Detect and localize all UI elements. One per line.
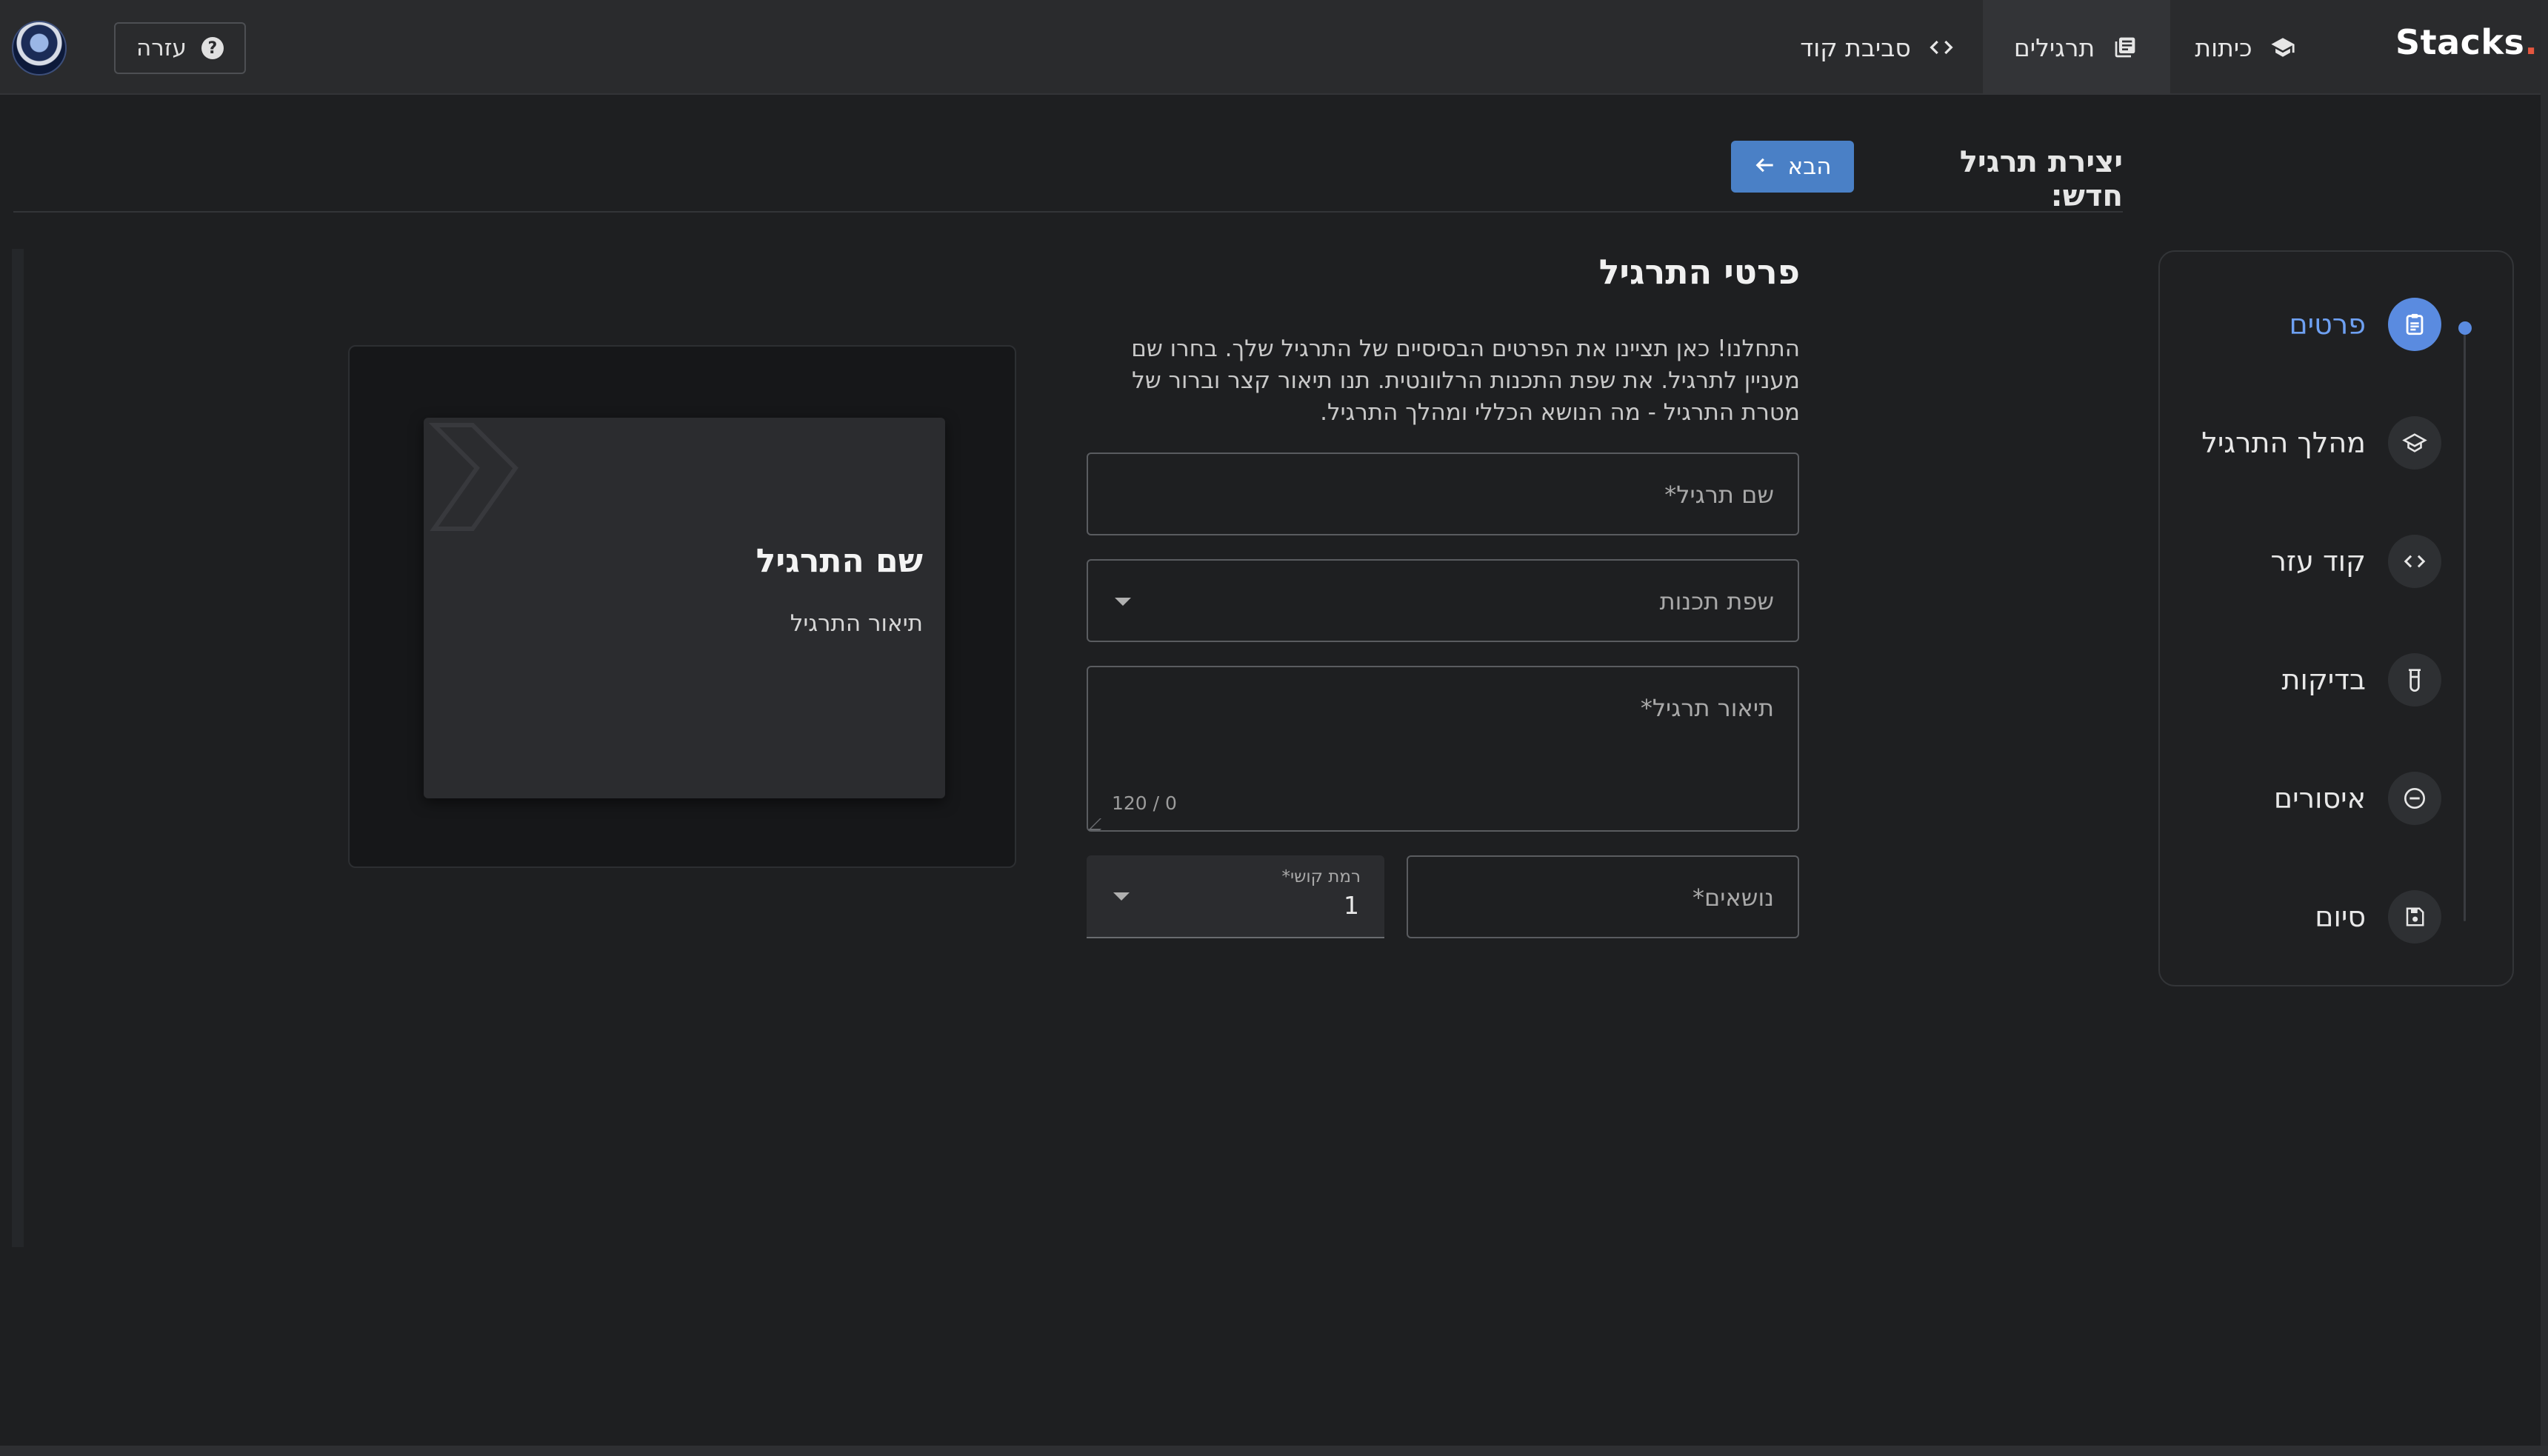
page-title: יצירת תרגיל חדש:	[1959, 145, 2123, 213]
step-label-exercise-flow: מהלך התרגיל	[2201, 427, 2366, 459]
stepper-progress-indicator	[2458, 321, 2472, 335]
nav-label-code-environment: סביבת קוד	[1800, 33, 1911, 62]
save-icon	[2388, 890, 2441, 944]
exercise-preview-card: שם התרגיל תיאור התרגיל	[424, 418, 945, 798]
difficulty-value: 1	[1344, 891, 1359, 920]
test-tube-icon	[2388, 653, 2441, 707]
help-circle-icon: ?	[201, 37, 224, 59]
preview-title: שם התרגיל	[756, 542, 923, 580]
step-label-tests: בדיקות	[2281, 664, 2367, 696]
brand-dot: .	[2524, 22, 2538, 62]
steps-panel: פרטים מהלך התרגיל קוד עזר בדיקות איסורים…	[2158, 250, 2514, 986]
resize-handle-icon[interactable]	[1088, 818, 1112, 830]
arrow-left-icon	[1754, 153, 1775, 180]
bottom-edge	[0, 1446, 2548, 1456]
code-icon	[2388, 535, 2441, 588]
exercise-description-placeholder: תיאור תרגיל*	[1640, 694, 1774, 722]
exercise-name-field[interactable]: שם תרגיל*	[1087, 453, 1799, 535]
step-helper-code[interactable]: קוד עזר	[2270, 533, 2441, 590]
page-scrollbar[interactable]	[2541, 0, 2548, 1456]
exercise-name-placeholder: שם תרגיל*	[1664, 481, 1774, 509]
top-navigation-bar: Stacks. כיתות תרגילים סביבת קוד ? עזרה	[0, 0, 2541, 95]
programming-language-select[interactable]: שפת תכנות	[1087, 559, 1799, 642]
graduation-cap-icon	[2388, 416, 2441, 470]
stepper-progress-track	[2464, 329, 2466, 921]
dropdown-arrow-icon	[1113, 892, 1130, 901]
topics-placeholder: נושאים*	[1692, 884, 1774, 912]
nav-label-classes: כיתות	[2195, 33, 2252, 62]
header-divider	[13, 211, 2123, 213]
exercise-description-field[interactable]: תיאור תרגיל* 120 / 0	[1087, 666, 1799, 832]
nav-item-classes[interactable]: כיתות	[2172, 0, 2320, 95]
programming-language-placeholder: שפת תכנות	[1659, 587, 1774, 615]
help-button[interactable]: ? עזרה	[114, 22, 246, 74]
left-scroll-track	[12, 249, 24, 1247]
next-label: הבא	[1787, 153, 1832, 180]
topics-field[interactable]: נושאים*	[1407, 855, 1799, 938]
nav-label-exercises: תרגילים	[2013, 33, 2095, 62]
step-exercise-flow[interactable]: מהלך התרגיל	[2201, 415, 2441, 471]
graduation-cap-icon	[2269, 33, 2297, 61]
minus-circle-icon	[2388, 772, 2441, 825]
nav-item-code-environment[interactable]: סביבת קוד	[1778, 0, 1978, 95]
next-button[interactable]: הבא	[1731, 141, 1854, 193]
step-tests[interactable]: בדיקות	[2281, 652, 2441, 708]
section-title: פרטי התרגיל	[1598, 252, 1800, 292]
preview-description: תיאור התרגיל	[790, 610, 923, 637]
chevron-watermark-icon	[428, 423, 518, 531]
help-label: עזרה	[136, 35, 187, 61]
brand-name: Stacks	[2395, 22, 2525, 62]
character-counter: 120 / 0	[1112, 792, 1177, 814]
step-restrictions[interactable]: איסורים	[2274, 770, 2441, 826]
step-details[interactable]: פרטים	[2289, 296, 2441, 353]
code-icon	[1927, 33, 1955, 61]
step-label-finish: סיום	[2315, 901, 2366, 933]
library-books-icon	[2111, 33, 2139, 61]
step-finish[interactable]: סיום	[2315, 889, 2441, 945]
intro-text: התחלנו! כאן תציינו את הפרטים הבסיסיים של…	[1131, 335, 1800, 426]
step-label-restrictions: איסורים	[2273, 782, 2366, 815]
nav-item-exercises[interactable]: תרגילים	[1983, 0, 2170, 95]
step-label-details: פרטים	[2289, 308, 2366, 341]
step-label-helper-code: קוד עזר	[2270, 545, 2366, 578]
user-avatar[interactable]	[12, 21, 67, 76]
difficulty-label: רמת קושי*	[1281, 867, 1361, 886]
clipboard-icon	[2388, 298, 2441, 351]
exercise-preview-panel: שם התרגיל תיאור התרגיל	[348, 345, 1016, 868]
difficulty-select[interactable]: רמת קושי* 1	[1087, 855, 1384, 938]
brand-logo[interactable]: Stacks.	[2395, 22, 2538, 62]
dropdown-arrow-icon	[1115, 598, 1131, 606]
